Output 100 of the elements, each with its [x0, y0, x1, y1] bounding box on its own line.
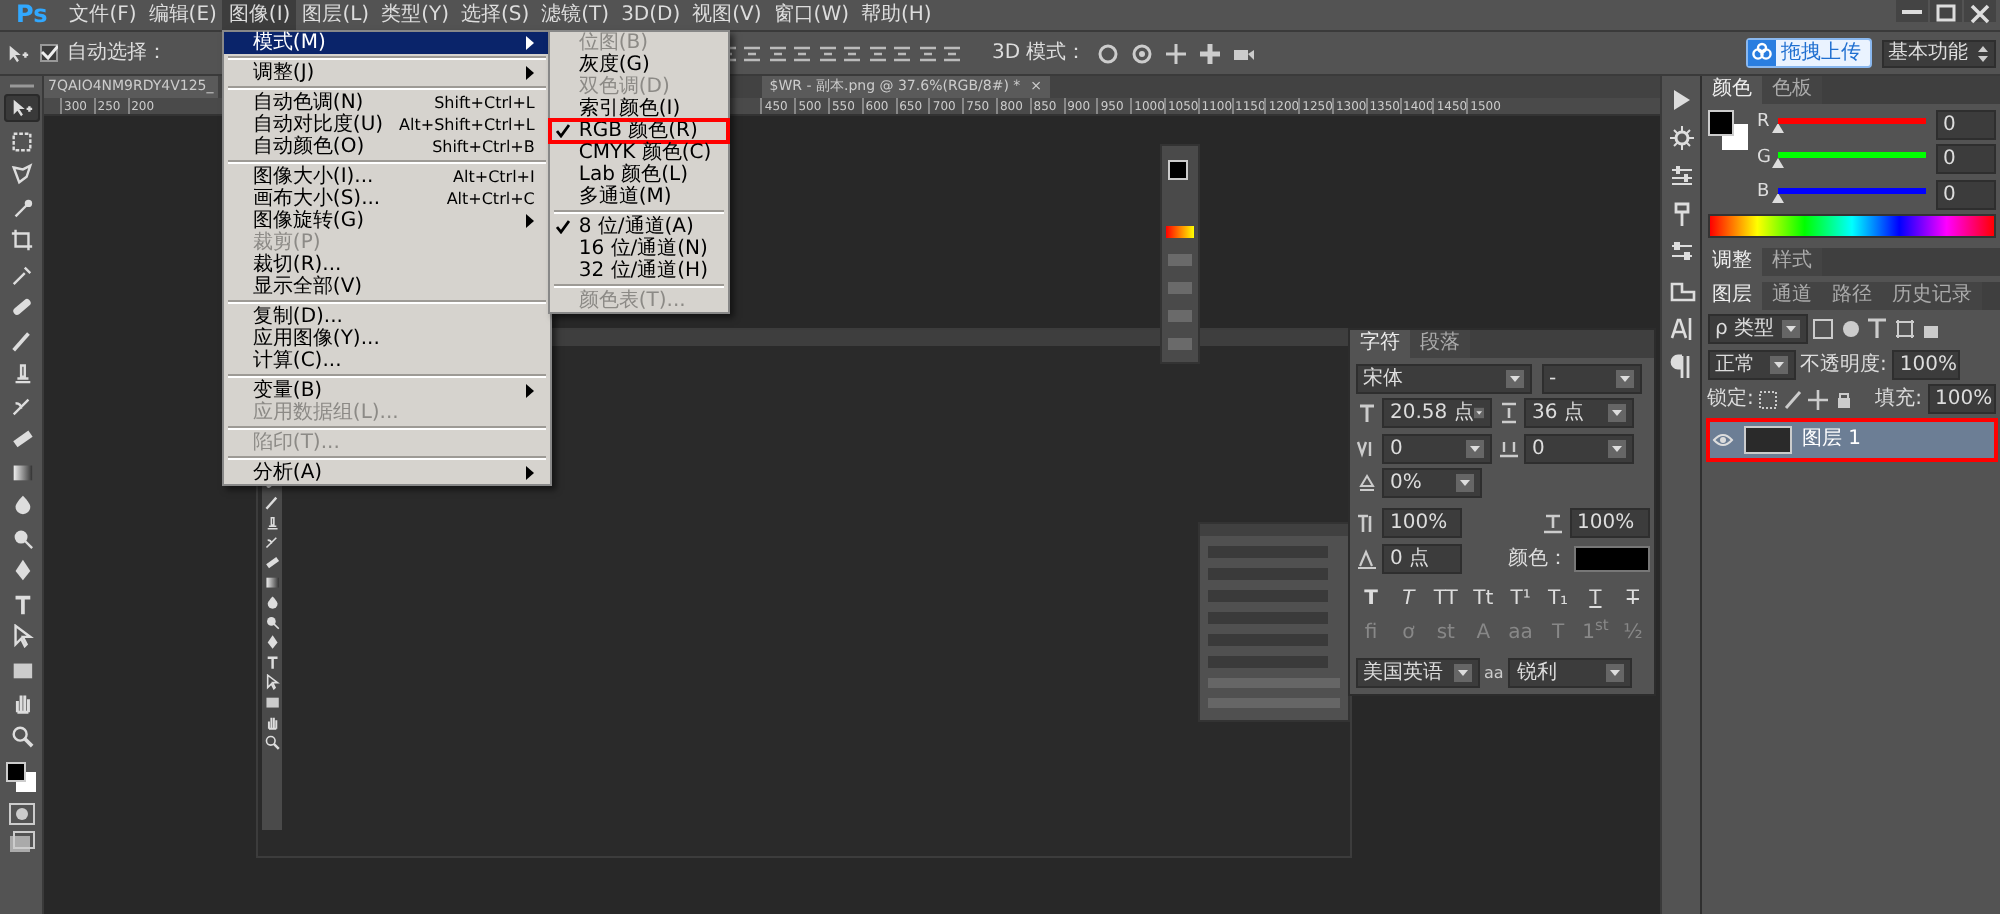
quick-mask-icon[interactable]	[7, 801, 35, 825]
close-button[interactable]	[1963, 0, 1995, 22]
character-icon[interactable]	[1667, 314, 1695, 342]
align-icon[interactable]	[867, 43, 887, 63]
menu-item[interactable]: 3D(D)	[615, 0, 687, 30]
menu-item[interactable]: 灰度(G)	[550, 54, 728, 76]
panel-tab[interactable]: 图层	[1702, 281, 1762, 309]
pan-icon[interactable]	[1164, 41, 1189, 65]
text-style-button[interactable]: T	[1616, 583, 1649, 613]
slider-thumb[interactable]	[1772, 123, 1784, 133]
panel-tab[interactable]: 历史记录	[1882, 281, 1982, 309]
dropdown-icon[interactable]	[1456, 474, 1474, 492]
panel-tab[interactable]: 颜色	[1702, 76, 1762, 104]
color-swatches[interactable]	[3, 759, 39, 791]
dropdown-icon[interactable]	[1781, 320, 1799, 338]
menu-item[interactable]: 变量(B)	[224, 380, 551, 402]
sliders-icon[interactable]	[1667, 162, 1695, 190]
value-dropdown[interactable]: 0	[1382, 433, 1492, 463]
menu-item[interactable]: 自动对比度(U) Alt+Shift+Ctrl+L	[224, 114, 551, 136]
channel-slider[interactable]	[1778, 185, 1925, 203]
menu-item[interactable]: 图像大小(I)... Alt+Ctrl+I	[224, 166, 551, 188]
lock-position-icon[interactable]	[1808, 389, 1829, 409]
align-icon[interactable]	[892, 43, 912, 63]
menu-item[interactable]: 图像(I)	[222, 0, 297, 30]
value-dropdown[interactable]: 0	[1524, 433, 1634, 463]
value-dropdown[interactable]: 36 点	[1524, 398, 1634, 428]
leading-icon[interactable]	[1497, 402, 1519, 424]
font-style-dropdown[interactable]: -	[1541, 363, 1641, 393]
value-field[interactable]: 100%	[1382, 508, 1462, 538]
menu-item[interactable]: 类型(Y)	[375, 0, 455, 30]
menu-item[interactable]: 图像旋转(G)	[224, 210, 551, 232]
menu-item[interactable]: 16 位/通道(N)	[550, 238, 728, 260]
menu-item[interactable]: 文件(F)	[63, 0, 143, 30]
align-icon[interactable]	[792, 43, 812, 63]
roll-icon[interactable]	[1130, 41, 1155, 65]
slider-thumb[interactable]	[1772, 158, 1784, 168]
align-icon[interactable]	[817, 43, 837, 63]
lock-paint-icon[interactable]	[1783, 389, 1804, 409]
slider-thumb[interactable]	[1772, 193, 1784, 203]
menu-item[interactable]: 8 位/通道(A)	[550, 216, 728, 238]
horizontal-scale-icon[interactable]	[1542, 512, 1564, 534]
menu-item[interactable]: 多通道(M)	[550, 186, 728, 208]
foreground-background-swatch[interactable]	[1707, 109, 1747, 149]
menu-item[interactable]: 应用图像(Y)...	[224, 328, 551, 350]
align-icon[interactable]	[742, 43, 762, 63]
gear-icon[interactable]	[1667, 124, 1695, 152]
kerning-icon[interactable]	[1355, 437, 1377, 459]
dropdown-icon[interactable]	[1615, 369, 1633, 387]
upload-button[interactable]: 拖拽上传	[1746, 38, 1871, 68]
panel-tab[interactable]: 通道	[1762, 281, 1822, 309]
dropdown-icon[interactable]	[1466, 439, 1484, 457]
align-icon[interactable]	[767, 43, 787, 63]
value-field[interactable]: 0 点	[1382, 543, 1462, 573]
menu-item[interactable]: 自动颜色(O) Shift+Ctrl+B	[224, 136, 551, 158]
menu-item[interactable]: 裁切(R)...	[224, 254, 551, 276]
text-style-button[interactable]: T¹	[1504, 583, 1537, 613]
menu-item[interactable]: 显示全部(V)	[224, 276, 551, 298]
lock-pixels-icon[interactable]	[1758, 389, 1779, 409]
layer-row[interactable]: 图层 1	[1707, 419, 1995, 459]
image-filter-icon[interactable]	[1812, 318, 1834, 340]
dropdown-icon[interactable]	[1608, 439, 1626, 457]
menu-item[interactable]: 图层(L)	[296, 0, 376, 30]
value-dropdown[interactable]: 0%	[1382, 468, 1482, 498]
color-spectrum[interactable]	[1707, 214, 1995, 238]
opacity-field[interactable]: 100%	[1891, 349, 1960, 379]
channel-value-field[interactable]: 0	[1935, 179, 1995, 209]
menu-item[interactable]: 模式(M)	[224, 32, 551, 54]
text-style-button[interactable]: TT	[1429, 583, 1462, 613]
vertical-scale-icon[interactable]	[1355, 512, 1377, 534]
paragraph-icon[interactable]	[1667, 352, 1695, 380]
color-swatch[interactable]	[1573, 545, 1649, 571]
minimize-button[interactable]	[1895, 0, 1927, 22]
drag-icon[interactable]	[1198, 41, 1223, 65]
menu-item[interactable]: CMYK 颜色(C)	[550, 142, 728, 164]
value-dropdown[interactable]: 20.58 点	[1382, 398, 1492, 428]
panel-tab[interactable]: 调整	[1702, 248, 1762, 276]
type-filter-icon[interactable]	[1866, 318, 1888, 340]
menu-item[interactable]: 调整(J)	[224, 62, 551, 84]
menu-item[interactable]: 计算(C)...	[224, 350, 551, 372]
channel-slider[interactable]	[1778, 150, 1925, 168]
panel-tab[interactable]: 样式	[1762, 248, 1822, 276]
font-size-icon[interactable]	[1355, 402, 1377, 424]
menu-item[interactable]: 索引颜色(I)	[550, 98, 728, 120]
panel-tab[interactable]: 路径	[1822, 281, 1882, 309]
dropdown-icon[interactable]	[1606, 664, 1625, 682]
menu-item[interactable]: 选择(S)	[454, 0, 536, 30]
updown-icon[interactable]	[1978, 45, 1988, 61]
menu-item[interactable]: 自动色调(N) Shift+Ctrl+L	[224, 92, 551, 114]
menu-item[interactable]: Lab 颜色(L)	[550, 164, 728, 186]
options-move-icon[interactable]	[5, 41, 29, 65]
text-style-button[interactable]: Tt	[1467, 583, 1500, 613]
align-icon[interactable]	[917, 43, 937, 63]
sliders-icon[interactable]	[1667, 238, 1695, 266]
value-field[interactable]: 100%	[1569, 508, 1649, 538]
eye-icon[interactable]	[1712, 431, 1734, 447]
checkbox[interactable]	[39, 44, 57, 62]
menu-item[interactable]: 窗口(W)	[767, 0, 855, 30]
language-dropdown[interactable]: 美国英语	[1355, 658, 1479, 688]
dropdown-icon[interactable]	[1505, 369, 1523, 387]
layer-filter-dropdown[interactable]: ρ 类型	[1707, 314, 1807, 344]
